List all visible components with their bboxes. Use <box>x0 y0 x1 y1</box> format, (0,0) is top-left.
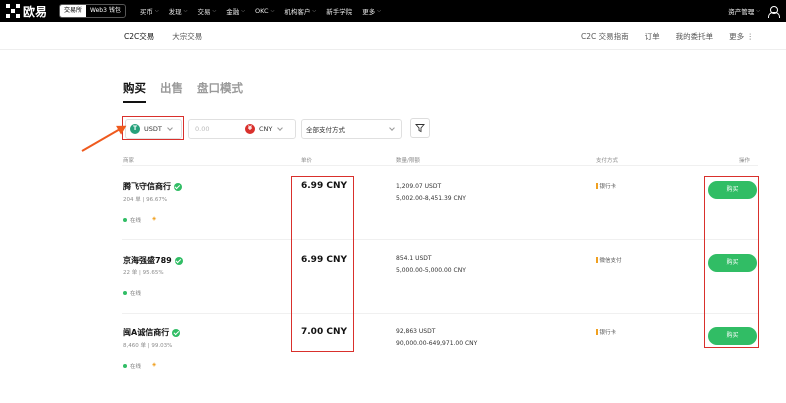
chevron-down-icon: ⌵ <box>212 8 217 14</box>
brand-logo[interactable]: 欧易 <box>6 3 47 20</box>
chevron-down-icon <box>389 125 395 131</box>
row-divider <box>122 313 758 314</box>
payment-method: 银行卡 <box>596 182 617 190</box>
filter-funnel-icon <box>415 124 425 133</box>
payment-method-value: 全部支付方式 <box>306 126 345 134</box>
amount-input[interactable]: 0.00 <box>195 125 245 133</box>
merchant-name[interactable]: 京海强盛789 <box>123 255 183 266</box>
quantity-limit: 854.1 USDT 5,000.00-5,000.00 CNY <box>396 255 466 274</box>
nav-buy-crypto[interactable]: 买币 ⌵ <box>140 6 159 16</box>
chevron-down-icon: ⌵ <box>241 8 246 14</box>
online-dot-icon <box>123 364 127 368</box>
chevron-down-icon <box>277 125 284 131</box>
nav-institutional[interactable]: 机构客户 ⌵ <box>284 6 316 16</box>
verified-badge-icon <box>172 328 181 337</box>
nav-finance[interactable]: 金融 ⌵ <box>226 6 245 16</box>
amount-fiat-group: 0.00 ¥ CNY <box>188 119 296 139</box>
merchant-stats: 22 单 | 95.65% <box>123 270 164 276</box>
online-status: 在线 <box>123 216 141 224</box>
link-c2c-guide[interactable]: C2C 交易指南 <box>581 31 629 42</box>
merchant-name[interactable]: 闽A诚信商行 <box>123 327 181 338</box>
header-price: 单价 <box>301 158 313 164</box>
tab-buy[interactable]: 购买 <box>123 80 146 103</box>
chevron-down-icon: ⌵ <box>270 8 275 14</box>
tab-block-trading[interactable]: 大宗交易 <box>172 31 202 42</box>
verified-badge-icon <box>174 182 182 191</box>
payment-method: 微信支付 <box>596 256 622 264</box>
platform-switcher: 交易所 Web3 钱包 <box>59 4 126 18</box>
filter-button[interactable] <box>410 118 430 138</box>
nav-okc[interactable]: OKC ⌵ <box>255 6 274 16</box>
annotation-box-coin <box>122 116 184 140</box>
quantity-limit: 92,863 USDT 90,000.00-649,971.00 CNY <box>396 328 478 347</box>
merchant-badge-icon: ◈ <box>152 362 157 368</box>
quantity-limit: 1,209.07 USDT 5,002.00-8,451.39 CNY <box>396 183 466 202</box>
nav-discover[interactable]: 发现 ⌵ <box>169 6 188 16</box>
nav-academy[interactable]: 新手学院 <box>326 6 352 16</box>
trade-mode-tabs: 购买 出售 盘口模式 <box>123 80 243 103</box>
payment-method: 银行卡 <box>596 328 617 336</box>
segment-exchange[interactable]: 交易所 <box>60 5 87 17</box>
link-my-ads[interactable]: 我的委托单 <box>676 31 714 42</box>
annotation-box-prices <box>291 176 354 352</box>
online-status: 在线 <box>123 362 141 370</box>
nav-trade[interactable]: 交易 ⌵ <box>197 6 216 16</box>
merchant-stats: 8,460 单 | 99.03% <box>123 343 173 349</box>
okx-logo-icon <box>6 4 20 18</box>
header-action: 操作 <box>739 158 751 164</box>
chevron-down-icon: ⌵ <box>183 8 188 14</box>
online-dot-icon <box>123 218 127 222</box>
payment-method-select[interactable]: 全部支付方式 <box>301 119 402 139</box>
nav-right: 资产管理 ⌵ <box>728 0 780 22</box>
online-dot-icon <box>123 291 127 295</box>
tab-sell[interactable]: 出售 <box>160 80 183 103</box>
tab-orderbook-mode[interactable]: 盘口模式 <box>197 80 243 103</box>
top-navbar: 欧易 交易所 Web3 钱包 买币 ⌵ 发现 ⌵ 交易 ⌵ 金融 ⌵ OKC ⌵ 机构客户… <box>0 0 786 22</box>
merchant-stats: 204 单 | 96.67% <box>123 197 168 203</box>
row-divider <box>122 239 758 240</box>
chevron-down-icon: ⌵ <box>312 8 317 14</box>
verified-badge-icon <box>174 256 183 265</box>
header-payment: 支付方式 <box>596 158 619 164</box>
chevron-down-icon: ⌵ <box>756 8 760 14</box>
main-menu: 买币 ⌵ 发现 ⌵ 交易 ⌵ 金融 ⌵ OKC ⌵ 机构客户 ⌵ 新手学院 更多 ⌵ <box>140 6 381 16</box>
sub-navbar: C2C交易 大宗交易 C2C 交易指南 订单 我的委托单 更多 ⋮ <box>0 22 786 50</box>
annotation-box-buy-buttons <box>704 176 759 348</box>
nav-more[interactable]: 更多 ⌵ <box>362 6 381 16</box>
chevron-down-icon: ⌵ <box>154 8 159 14</box>
merchant-badge-icon: ◈ <box>152 216 157 222</box>
cny-currency-icon: ¥ <box>245 124 255 134</box>
header-divider <box>122 165 758 166</box>
fiat-select-value[interactable]: CNY <box>259 125 272 133</box>
annotation-arrow <box>81 127 123 152</box>
header-merchant: 商家 <box>123 158 135 164</box>
link-orders[interactable]: 订单 <box>645 31 660 42</box>
segment-web3-wallet[interactable]: Web3 钱包 <box>86 5 125 17</box>
link-more[interactable]: 更多 ⋮ <box>729 31 754 42</box>
chevron-down-icon: ⌵ <box>377 8 381 14</box>
tab-c2c-trading[interactable]: C2C交易 <box>124 31 154 42</box>
brand-name: 欧易 <box>23 4 48 19</box>
merchant-name[interactable]: 腾飞守信商行 <box>123 181 182 192</box>
user-icon[interactable] <box>768 5 780 18</box>
online-status: 在线 <box>123 289 141 297</box>
nav-asset-management[interactable]: 资产管理 ⌵ <box>728 6 760 16</box>
header-quantity-limit: 数量/限额 <box>396 158 420 164</box>
more-dots-icon: ⋮ <box>746 31 755 41</box>
